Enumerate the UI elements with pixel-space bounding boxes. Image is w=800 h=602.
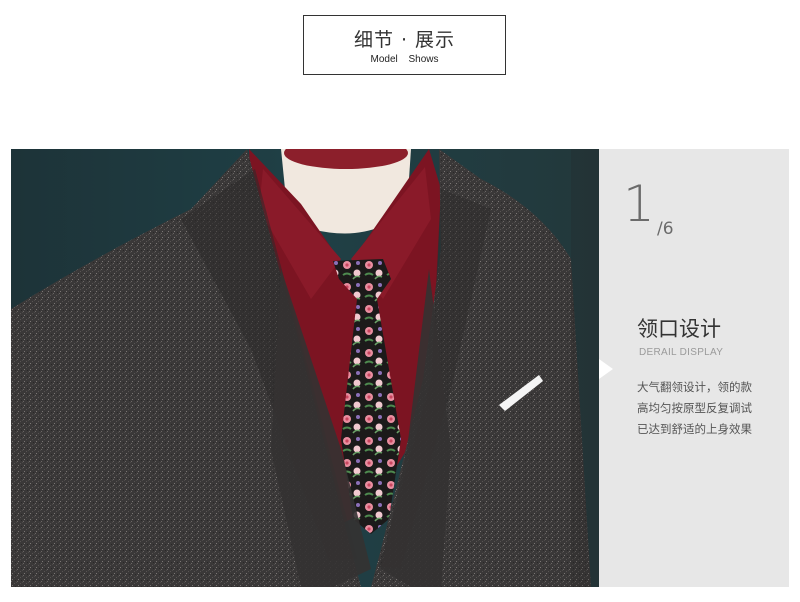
section-subtitle: Model Shows	[370, 54, 439, 65]
section-header-box: 细节 · 展示 Model Shows	[303, 15, 506, 75]
detail-description: 大气翻领设计，领的款 高均匀按原型反复调试 已达到舒适的上身效果	[637, 377, 787, 440]
detail-info-panel: 1 /6 领口设计 DERAIL DISPLAY 大气翻领设计，领的款 高均匀按…	[599, 149, 789, 587]
detail-title: 领口设计	[637, 317, 721, 341]
detail-description-line: 大气翻领设计，领的款	[637, 380, 752, 394]
panel-pointer-arrow	[599, 359, 613, 379]
detail-description-line: 已达到舒适的上身效果	[637, 422, 752, 436]
detail-description-line: 高均匀按原型反复调试	[637, 401, 752, 415]
detail-subtitle: DERAIL DISPLAY	[639, 347, 724, 358]
section-title: 细节 · 展示	[353, 29, 456, 51]
page-total-number: /6	[657, 219, 674, 239]
page-current-number: 1	[623, 175, 655, 233]
suit-illustration	[11, 149, 599, 587]
product-photo	[11, 149, 599, 587]
